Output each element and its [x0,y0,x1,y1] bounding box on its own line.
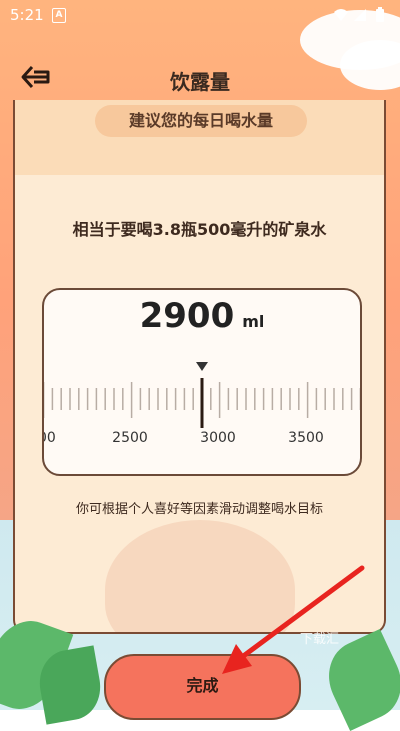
mascot-illustration [105,520,295,632]
ruler-pointer-icon [196,362,208,371]
card-header: 建议您的每日喝水量 [15,100,384,175]
scale-label: 00 [44,430,56,446]
scale-label: 3000 [200,430,236,446]
signal-icon [354,9,366,21]
ruler-scale[interactable]: 00 2500 3000 3500 [44,376,360,450]
notification-badge: A [52,8,66,23]
status-time: 5:21 [10,6,44,24]
wifi-icon [334,9,348,21]
recommendation-pill: 建议您的每日喝水量 [95,105,307,137]
page-title: 饮露量 [170,70,230,94]
scale-label: 2500 [112,430,148,446]
watermark: 下载汇 [300,632,340,647]
hint-text: 你可根据个人喜好等因素滑动调整喝水目标 [75,502,323,517]
status-bar: 5:21 A [0,0,400,30]
status-icons [332,6,392,24]
ml-readout: 2900 ml [44,296,360,336]
scale-label: 3500 [288,430,324,446]
app-header: 饮露量 [0,56,400,100]
equivalent-text: 相当于要喝3.8瓶500毫升的矿泉水 [72,220,327,239]
water-ruler[interactable]: 2900 ml 00 2500 3000 3500 [42,288,362,476]
done-button[interactable]: 完成 [104,654,301,720]
ml-unit: ml [242,312,265,331]
ml-value: 2900 [139,296,235,336]
battery-icon [376,7,384,22]
